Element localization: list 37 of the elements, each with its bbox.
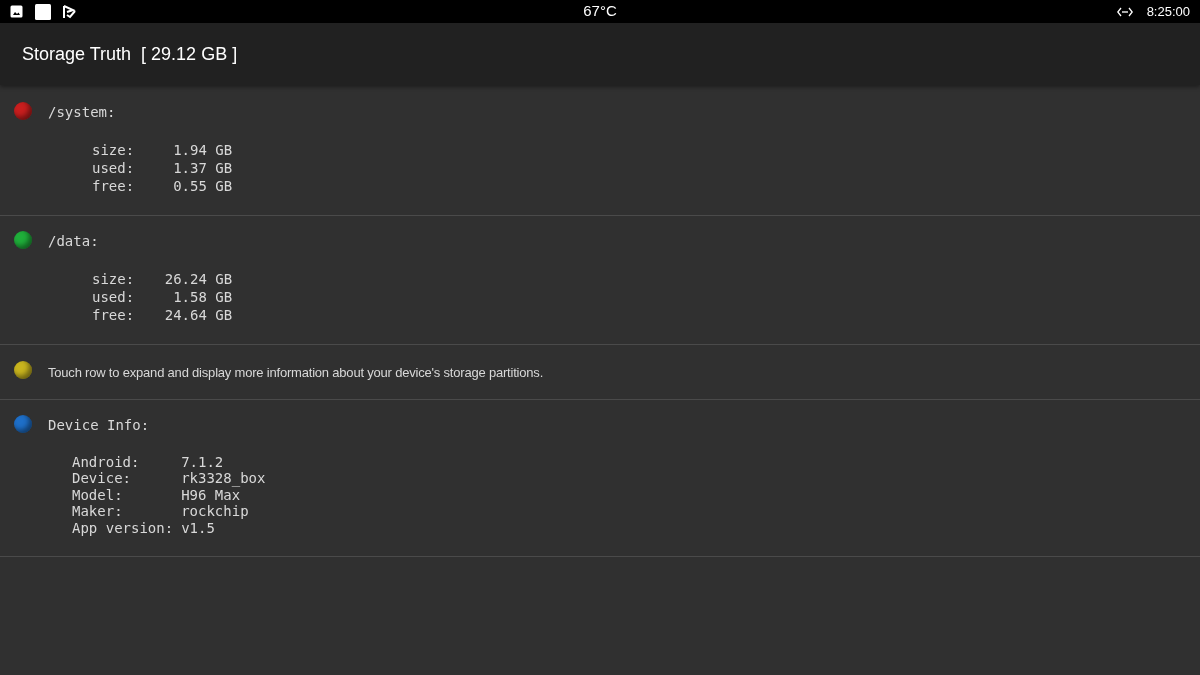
info-label: Maker: [72, 503, 124, 520]
info-label: Android: [72, 453, 141, 470]
stat-label: size: [92, 141, 135, 159]
list-row[interactable]: /data: size: 26.24 GB used: 1.58 GB free: 24.64 GB [0, 216, 1200, 345]
stat-label: used: [92, 288, 135, 306]
stat-value: 1.58 GB [172, 288, 233, 306]
stat-value: 1.37 GB [172, 159, 233, 177]
ethernet-icon [1116, 6, 1133, 17]
list-row[interactable]: Device Info: Android: 7.1.2 Device: rk3328_box Model: H96 Max Maker: rockchip App version: v1.5 [0, 399, 1200, 557]
info-value: rk3328_box [181, 470, 266, 487]
hint-text: Touch row to expand and display more information about your device's storage partitions. [48, 364, 544, 382]
list-row[interactable]: Touch row to expand and display more information about your device's storage partitions. [0, 345, 1200, 400]
info-value: 7.1.2 [181, 453, 225, 470]
info-value: H96 Max [181, 486, 241, 503]
info-label: App version: [72, 519, 174, 536]
app-title: Storage Truth [22, 42, 132, 66]
stat-value: 1.94 GB [172, 141, 233, 159]
stat-value: 24.64 GB [163, 306, 233, 324]
list-row[interactable]: /system: size: 1.94 GB used: 1.37 GB free: 0.55 GB [0, 87, 1200, 216]
stat-value: 0.55 GB [172, 177, 233, 195]
temperature: 67°C [582, 1, 618, 22]
section-title: Device Info: [48, 415, 151, 435]
stat-label: free: [92, 177, 135, 195]
partition-title: /system: [48, 103, 117, 122]
info-label: Device: [72, 470, 132, 487]
info-value: rockchip [181, 503, 250, 520]
stat-label: size: [92, 270, 135, 288]
info-label: Model: [72, 486, 124, 503]
image-icon [10, 5, 23, 18]
stat-value: 26.24 GB [163, 270, 233, 288]
info-value: v1.5 [181, 519, 216, 536]
square-icon [35, 3, 51, 20]
stat-label: free: [92, 306, 135, 324]
clock: 8:25:00 [1146, 2, 1190, 21]
partition-title: /data: [48, 232, 100, 251]
total-storage: [ 29.12 GB ] [141, 42, 238, 66]
stat-label: used: [92, 159, 135, 177]
